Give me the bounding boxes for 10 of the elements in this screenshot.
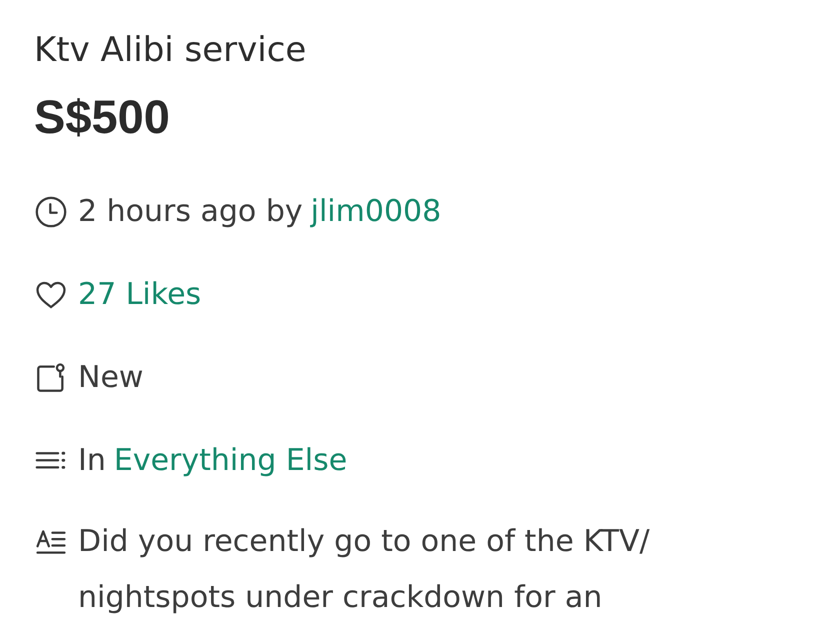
listing-price: S$500 [34, 91, 170, 143]
category-label: In [78, 442, 106, 480]
clock-icon [34, 194, 68, 228]
likes-link[interactable]: 27 Likes [78, 274, 202, 314]
posted-time: 2 hours ago by [78, 192, 303, 230]
item-condition: New [78, 358, 144, 396]
description-text: Did you recently go to one of the KTV/ nightspots under crackdown for an [78, 523, 651, 617]
category-link[interactable]: Everything Else [114, 440, 348, 480]
seller-link[interactable]: jlim0008 [310, 192, 442, 232]
listing-title: Ktv Alibi service [34, 29, 306, 72]
